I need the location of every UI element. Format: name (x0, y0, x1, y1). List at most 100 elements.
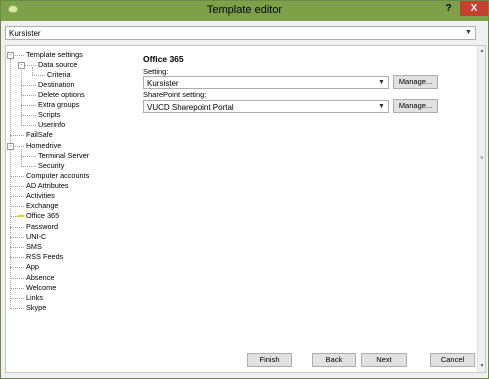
sharepoint-setting-select[interactable]: VUCD Sharepoint Portal ▼ (143, 100, 389, 113)
manage-setting-button[interactable]: Manage... (393, 75, 438, 89)
window-title: Template editor (206, 4, 283, 16)
tree-item-label: RSS Feeds (26, 252, 64, 261)
tree-item-label: Userinfo (38, 120, 66, 129)
setting-label: Setting: (143, 67, 169, 76)
setting-select[interactable]: Kursister ▼ (143, 76, 389, 89)
tree-connector (10, 267, 24, 268)
tree-connector (10, 227, 24, 228)
tree-connector (21, 125, 36, 126)
tree-item-label: App (26, 262, 39, 271)
tree-connector (10, 186, 24, 187)
tree-item-label: Destination (38, 80, 75, 89)
close-button[interactable]: X (460, 1, 488, 16)
tree-connector (10, 196, 24, 197)
tree-item-scripts[interactable]: Scripts (1, 110, 131, 120)
back-button[interactable]: Back (312, 353, 356, 367)
tree-item-label: Extra groups (38, 100, 80, 109)
tree-item-password[interactable]: Password (1, 222, 131, 232)
tree-connector (21, 95, 36, 96)
chevron-down-icon[interactable]: ▼ (377, 102, 386, 112)
tree-item-label: Homedrive (26, 141, 62, 150)
title-bar[interactable]: Template editor ? X (1, 1, 488, 21)
manage-sharepoint-button[interactable]: Manage... (393, 99, 438, 113)
tree-item-label: UNI-C (26, 232, 47, 241)
tree-connector (10, 247, 24, 248)
tree-item-terminal-server[interactable]: Terminal Server (1, 151, 131, 161)
tree-item-label: Delete options (38, 90, 85, 99)
tree-item-computer-accounts[interactable]: Computer accounts (1, 171, 131, 181)
tree-item-label: Template settings (26, 50, 83, 59)
collapse-toggle-icon[interactable]: - (7, 143, 14, 150)
tree-connector (10, 176, 24, 177)
template-editor-window: Template editor ? X Kursister ▼ - Templat… (0, 0, 489, 379)
tree-connector (32, 75, 45, 76)
tree-connector (10, 308, 24, 309)
tree-connector (21, 166, 36, 167)
tree-connector (21, 115, 36, 116)
tree-item-activities[interactable]: Activities (1, 191, 131, 201)
scroll-up-icon[interactable]: ▲ (479, 47, 485, 55)
collapse-toggle-icon[interactable]: - (7, 52, 14, 59)
tree-connector (10, 278, 24, 279)
tree-item-welcome[interactable]: Welcome (1, 283, 131, 293)
finish-button[interactable]: Finish (247, 353, 292, 367)
tree-item-criteria[interactable]: Criteria (1, 70, 131, 80)
tree-item-absence[interactable]: Absence (1, 273, 131, 283)
tree-item-sms[interactable]: SMS (1, 242, 131, 252)
tree-item-label: Criteria (47, 70, 71, 79)
tree-item-homedrive[interactable]: - Homedrive (1, 141, 131, 151)
help-button[interactable]: ? (438, 1, 459, 16)
tree-item-office-365[interactable]: Office 365 (1, 211, 131, 221)
tree-item-exchange[interactable]: Exchange (1, 201, 131, 211)
sharepoint-setting-label: SharePoint setting: (143, 90, 207, 99)
tree-item-destination[interactable]: Destination (1, 80, 131, 90)
tree-item-template-settings[interactable]: - Template settings (1, 50, 131, 60)
tree-connector (21, 105, 36, 106)
tree-connector (10, 257, 24, 258)
template-select[interactable]: Kursister ▼ (5, 26, 476, 40)
tree-item-rss-feeds[interactable]: RSS Feeds (1, 252, 131, 262)
tree-item-label: Office 365 (26, 211, 60, 220)
tree-item-links[interactable]: Links (1, 293, 131, 303)
tree-item-label: Scripts (38, 110, 61, 119)
tree-item-label: Welcome (26, 283, 57, 292)
tree-connector (10, 298, 24, 299)
scroll-down-icon[interactable]: ▼ (479, 362, 485, 370)
tree-item-label: Activities (26, 191, 55, 200)
tree-item-label: AD Attributes (26, 181, 69, 190)
tree-item-label: Exchange (26, 201, 59, 210)
tree-item-failsafe[interactable]: FailSafe (1, 130, 131, 140)
selected-marker-icon (18, 215, 24, 217)
tree-item-skype[interactable]: Skype (1, 303, 131, 313)
tree-item-delete-options[interactable]: Delete options (1, 90, 131, 100)
tree-item-extra-groups[interactable]: Extra groups (1, 100, 131, 110)
collapse-toggle-icon[interactable]: - (18, 62, 25, 69)
tree-item-label: Data source (38, 60, 78, 69)
sharepoint-setting-select-value: VUCD Sharepoint Portal (147, 103, 234, 112)
tree-item-label: Security (38, 161, 65, 170)
tree-item-label: Links (26, 293, 44, 302)
tree-item-app[interactable]: App (1, 262, 131, 272)
tree-item-data-source[interactable]: - Data source (1, 60, 131, 70)
next-button[interactable]: Next (361, 353, 407, 367)
tree-item-userinfo[interactable]: Userinfo (1, 120, 131, 130)
tree-item-label: SMS (26, 242, 42, 251)
template-select-value: Kursister (9, 29, 41, 38)
tree-connector (10, 206, 24, 207)
tree-connector (10, 135, 24, 136)
chevron-down-icon[interactable]: ▼ (377, 78, 386, 88)
tree-item-label: Computer accounts (26, 171, 90, 180)
tree-connector (10, 237, 24, 238)
tree-item-label: Password (26, 222, 59, 231)
tree-item-security[interactable]: Security (1, 161, 131, 171)
vertical-scrollbar[interactable]: ▲ ≡ ▼ (477, 46, 485, 372)
tree-connector (21, 85, 36, 86)
tree-item-uni-c[interactable]: UNI-C (1, 232, 131, 242)
tree-item-ad-attributes[interactable]: AD Attributes (1, 181, 131, 191)
cancel-button[interactable]: Cancel (430, 353, 475, 367)
panel-title: Office 365 (143, 54, 184, 64)
scroll-thumb[interactable]: ≡ (479, 154, 485, 162)
setting-select-value: Kursister (147, 79, 179, 88)
chevron-down-icon[interactable]: ▼ (464, 28, 473, 38)
tree-item-label: Terminal Server (38, 151, 90, 160)
